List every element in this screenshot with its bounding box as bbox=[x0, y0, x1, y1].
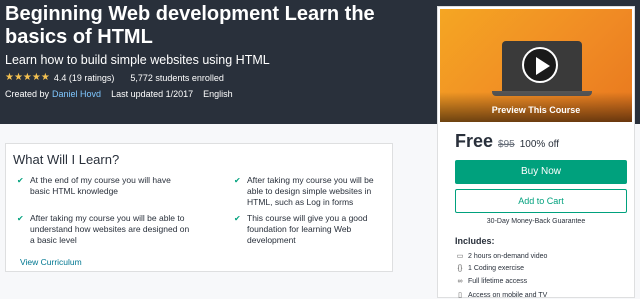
language: English bbox=[203, 89, 233, 99]
code-icon: {} bbox=[457, 265, 463, 272]
buy-now-button[interactable]: Buy Now bbox=[455, 160, 627, 184]
includes-title: Includes: bbox=[455, 236, 495, 246]
video-icon: ▭ bbox=[456, 253, 464, 260]
course-title: Beginning Web development Learn the basi… bbox=[5, 3, 375, 48]
what-will-i-learn: What Will I Learn? ✔ At the end of my co… bbox=[5, 143, 393, 272]
course-preview[interactable]: Preview This Course bbox=[440, 9, 632, 122]
discount-badge: 100% off bbox=[519, 139, 560, 150]
check-icon: ✔ bbox=[17, 176, 24, 185]
list-item: ✔ This course will give you a good found… bbox=[234, 213, 368, 245]
check-icon: ✔ bbox=[234, 214, 241, 223]
check-icon: ✔ bbox=[234, 176, 241, 185]
includes-item: ▭ 2 hours on-demand video bbox=[456, 252, 548, 261]
enrolled-count: 5,772 students enrolled bbox=[130, 72, 224, 83]
list-item: ✔ At the end of my course you will have … bbox=[17, 175, 171, 196]
add-to-cart-button[interactable]: Add to Cart bbox=[455, 189, 627, 213]
preview-label: Preview This Course bbox=[491, 105, 581, 115]
infinity-icon: ∞ bbox=[457, 278, 463, 285]
original-price: $95 bbox=[498, 139, 515, 150]
created-by-label: Created by bbox=[5, 89, 50, 99]
check-icon: ✔ bbox=[17, 214, 24, 223]
includes-item: {} 1 Coding exercise bbox=[455, 265, 524, 272]
list-item: ✔ After taking my course you will be abl… bbox=[234, 175, 374, 207]
price: Free bbox=[455, 131, 494, 151]
star-rating-icon: ★★★★★ bbox=[5, 72, 50, 83]
learn-title: What Will I Learn? bbox=[13, 152, 120, 167]
price-row: Free $95 100% off bbox=[455, 131, 559, 152]
rating-row: ★★★★★ 4.4 (19 ratings) 5,772 students en… bbox=[5, 72, 228, 83]
author-link[interactable]: Daniel Hovd bbox=[52, 89, 101, 99]
course-meta: Created by Daniel Hovd Last updated 1/20… bbox=[5, 89, 233, 99]
course-subtitle: Learn how to build simple websites using… bbox=[5, 53, 270, 67]
play-icon[interactable] bbox=[522, 47, 558, 83]
last-updated: Last updated 1/2017 bbox=[111, 89, 194, 99]
purchase-sidebar: Preview This Course Free $95 100% off Bu… bbox=[437, 6, 635, 299]
view-curriculum-link[interactable]: View Curriculum bbox=[20, 257, 82, 267]
money-back-guarantee: 30-Day Money-Back Guarantee bbox=[486, 218, 586, 225]
rating-text: 4.4 (19 ratings) bbox=[53, 72, 115, 83]
list-item: ✔ After taking my course you will be abl… bbox=[17, 213, 190, 245]
includes-item: ∞ Full lifetime access bbox=[455, 278, 528, 285]
